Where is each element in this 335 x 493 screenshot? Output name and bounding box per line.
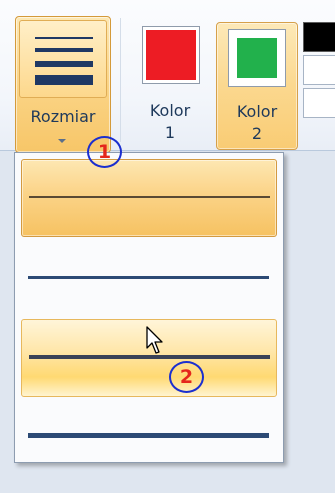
line-preview-4 xyxy=(28,433,269,438)
mouse-cursor-icon xyxy=(146,326,163,354)
palette-color-white[interactable] xyxy=(303,55,335,85)
color2-label-line2: 2 xyxy=(251,124,263,143)
color1-button[interactable]: Kolor 1 xyxy=(130,18,210,152)
size-button-icon-area[interactable] xyxy=(19,20,107,98)
step-2-callout: 2 xyxy=(169,361,204,393)
dropdown-arrow-icon xyxy=(58,139,66,143)
color2-label-line1: Kolor xyxy=(236,102,278,121)
size-option-4[interactable] xyxy=(21,399,277,477)
color1-label-line1: Kolor xyxy=(149,101,191,120)
color2-swatch xyxy=(228,29,286,87)
color2-fill xyxy=(237,38,277,78)
palette-color-white-2[interactable] xyxy=(303,88,335,118)
palette-color-black[interactable] xyxy=(303,22,335,52)
ribbon: Rozmiar Kolor 1 Kolor 2 xyxy=(0,0,335,153)
color1-swatch xyxy=(142,26,200,84)
size-button[interactable]: Rozmiar xyxy=(15,16,111,153)
color1-label-line2: 1 xyxy=(164,123,176,142)
size-option-2[interactable] xyxy=(21,239,277,317)
line-size-icon xyxy=(35,31,93,89)
size-option-1[interactable] xyxy=(21,159,277,237)
size-button-label: Rozmiar xyxy=(30,107,96,126)
line-preview-2 xyxy=(28,276,269,279)
line-preview-1 xyxy=(29,196,270,198)
ribbon-separator xyxy=(120,18,121,142)
size-dropdown-menu xyxy=(14,152,284,463)
color-palette xyxy=(303,22,335,121)
color2-button[interactable]: Kolor 2 xyxy=(216,22,298,150)
color1-fill xyxy=(146,30,196,80)
step-1-callout: 1 xyxy=(87,136,122,168)
